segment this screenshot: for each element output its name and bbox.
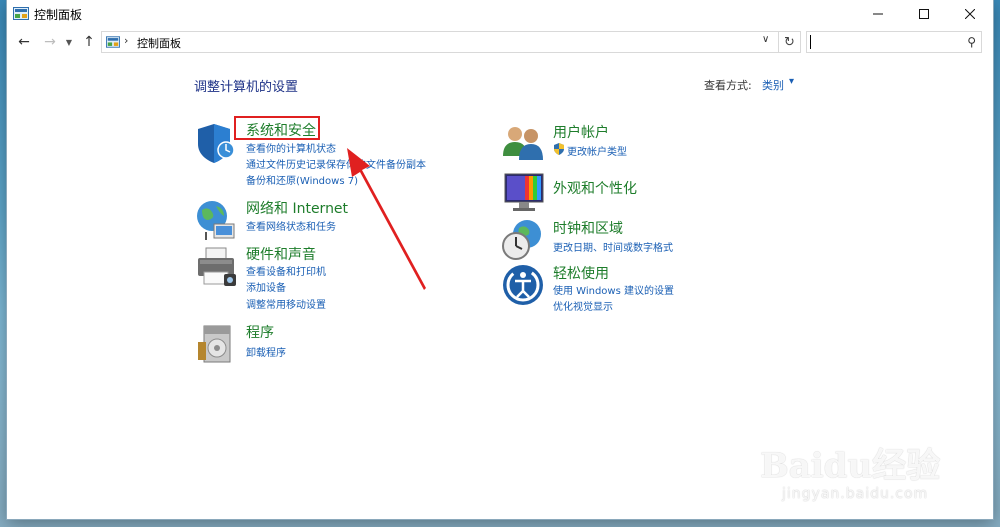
back-button[interactable]: ← bbox=[15, 32, 33, 52]
category-hardware-sound: 硬件和声音 查看设备和打印机 添加设备 调整常用移动设置 bbox=[194, 244, 484, 314]
view-by-dropdown[interactable]: 类别 bbox=[762, 77, 784, 93]
chevron-down-icon: ▼ bbox=[65, 37, 73, 47]
search-input[interactable]: ⚲ bbox=[806, 31, 982, 53]
minimize-icon bbox=[873, 13, 883, 15]
refresh-button[interactable]: ↻ bbox=[779, 31, 801, 53]
link-add-device[interactable]: 添加设备 bbox=[246, 279, 286, 294]
maximize-icon bbox=[919, 9, 929, 19]
refresh-icon: ↻ bbox=[784, 34, 795, 50]
link-view-network-status[interactable]: 查看网络状态和任务 bbox=[246, 218, 336, 233]
forward-arrow-icon: → bbox=[44, 34, 56, 50]
forward-button[interactable]: → bbox=[41, 32, 59, 52]
link-backup-restore[interactable]: 备份和还原(Windows 7) bbox=[246, 172, 358, 187]
control-panel-icon bbox=[106, 36, 120, 48]
window-title: 控制面板 bbox=[34, 8, 83, 22]
category-appearance: 外观和个性化 bbox=[501, 170, 791, 216]
up-arrow-icon: ↑ bbox=[83, 34, 95, 50]
navigation-bar: ← → ▼ ↑ › 控制面板 ∨ ↻ ⚲ bbox=[7, 28, 993, 56]
search-icon[interactable]: ⚲ bbox=[967, 35, 976, 49]
printer-icon[interactable] bbox=[194, 244, 240, 290]
text-caret bbox=[810, 35, 811, 49]
recent-locations-button[interactable]: ▼ bbox=[63, 32, 75, 52]
uac-shield-icon bbox=[554, 143, 564, 155]
watermark-url: jingyan.baidu.com bbox=[782, 486, 929, 502]
category-network-internet: 网络和 Internet 查看网络状态和任务 bbox=[194, 198, 484, 240]
link-mobility-settings[interactable]: 调整常用移动设置 bbox=[246, 296, 326, 311]
monitor-color-icon[interactable] bbox=[501, 170, 547, 216]
category-programs: 程序 卸载程序 bbox=[194, 322, 484, 368]
programs-icon[interactable] bbox=[194, 322, 240, 368]
category-title-user-accounts[interactable]: 用户帐户 bbox=[553, 122, 609, 142]
watermark: Baidu经验 jingyan.baidu.com bbox=[760, 430, 1000, 527]
chevron-down-icon[interactable]: ▾ bbox=[789, 76, 794, 87]
minimize-button[interactable] bbox=[855, 0, 901, 28]
link-recommended-settings[interactable]: 使用 Windows 建议的设置 bbox=[553, 282, 674, 297]
view-by-label: 查看方式: bbox=[704, 79, 752, 92]
watermark-logo: Baidu经验 bbox=[760, 446, 941, 486]
category-title-programs[interactable]: 程序 bbox=[246, 322, 274, 342]
link-file-history[interactable]: 通过文件历史记录保存你的文件备份副本 bbox=[246, 156, 426, 171]
link-uninstall-program[interactable]: 卸载程序 bbox=[246, 344, 286, 359]
category-title-appearance[interactable]: 外观和个性化 bbox=[553, 178, 637, 198]
category-title-hardware-sound[interactable]: 硬件和声音 bbox=[246, 244, 316, 264]
page-title: 调整计算机的设置 bbox=[194, 80, 299, 95]
category-title-ease-of-access[interactable]: 轻松使用 bbox=[553, 263, 609, 283]
link-change-account-type[interactable]: 更改帐户类型 bbox=[567, 143, 627, 158]
link-optimize-visual-display[interactable]: 优化视觉显示 bbox=[553, 298, 613, 313]
clock-globe-icon[interactable] bbox=[501, 218, 547, 264]
address-dropdown-icon[interactable]: ∨ bbox=[762, 34, 769, 45]
address-bar[interactable]: › 控制面板 ∨ bbox=[101, 31, 779, 53]
breadcrumb-separator-icon[interactable]: › bbox=[124, 34, 128, 47]
title-bar: 控制面板 bbox=[7, 0, 993, 28]
up-button[interactable]: ↑ bbox=[80, 32, 98, 52]
ease-of-access-icon[interactable] bbox=[501, 263, 547, 309]
link-view-computer-status[interactable]: 查看你的计算机状态 bbox=[246, 140, 336, 155]
close-button[interactable] bbox=[947, 0, 993, 28]
link-devices-printers[interactable]: 查看设备和打印机 bbox=[246, 263, 326, 278]
category-clock-region: 时钟和区域 更改日期、时间或数字格式 bbox=[501, 218, 791, 260]
category-ease-of-access: 轻松使用 使用 Windows 建议的设置 优化视觉显示 bbox=[501, 263, 791, 313]
control-panel-icon bbox=[13, 7, 29, 20]
link-change-date-time[interactable]: 更改日期、时间或数字格式 bbox=[553, 239, 673, 254]
close-icon bbox=[965, 9, 975, 19]
annotation-highlight-box bbox=[234, 116, 320, 140]
category-title-clock-region[interactable]: 时钟和区域 bbox=[553, 218, 623, 238]
maximize-button[interactable] bbox=[901, 0, 947, 28]
back-arrow-icon: ← bbox=[18, 34, 30, 50]
users-icon[interactable] bbox=[501, 122, 547, 168]
category-title-network-internet[interactable]: 网络和 Internet bbox=[246, 198, 348, 218]
globe-network-icon[interactable] bbox=[194, 198, 240, 244]
category-user-accounts: 用户帐户 更改帐户类型 bbox=[501, 122, 791, 162]
breadcrumb[interactable]: 控制面板 bbox=[137, 35, 181, 51]
